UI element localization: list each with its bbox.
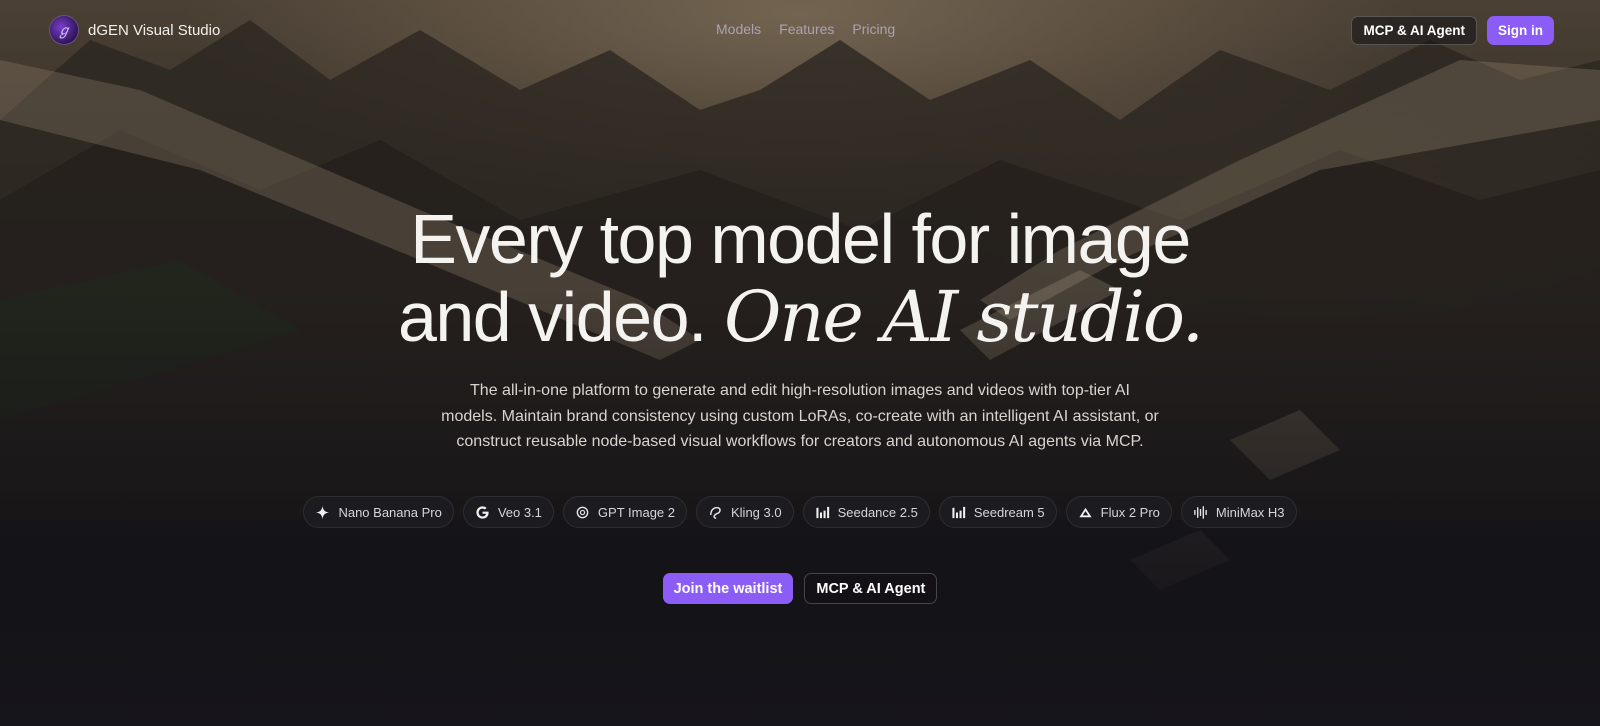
model-chip-label: Kling 3.0 bbox=[731, 504, 782, 520]
hero-subtext: The all-in-one platform to generate and … bbox=[441, 382, 1159, 450]
headline-line-1: Every top model for image bbox=[410, 200, 1191, 278]
model-chip-label: Veo 3.1 bbox=[497, 504, 542, 520]
hero-mcp-button[interactable]: MCP & AI Agent bbox=[804, 573, 938, 604]
openai-icon bbox=[576, 506, 589, 518]
join-waitlist-button[interactable]: Join the waitlist bbox=[662, 573, 794, 604]
model-chip-label: Seedance 2.5 bbox=[837, 504, 918, 520]
model-chip[interactable]: Seedream 5 bbox=[938, 496, 1057, 528]
sparkle-icon bbox=[316, 505, 330, 519]
model-chip-label: Nano Banana Pro bbox=[338, 504, 442, 520]
waveform-icon bbox=[1194, 505, 1207, 519]
model-chip[interactable]: Kling 3.0 bbox=[696, 496, 794, 528]
hero-ctas: Join the waitlist MCP & AI Agent bbox=[0, 573, 1600, 604]
dgen-logo-icon: ℊ bbox=[50, 16, 78, 44]
bars-icon bbox=[816, 506, 829, 518]
brand[interactable]: ℊ dGEN Visual Studio bbox=[50, 16, 220, 44]
flux-icon bbox=[1079, 507, 1092, 517]
kling-icon bbox=[710, 506, 721, 519]
nav-actions: MCP & AI Agent Sign in bbox=[1351, 16, 1554, 45]
nav-link-features[interactable]: Features bbox=[779, 21, 834, 37]
model-chip-label: GPT Image 2 bbox=[597, 504, 675, 520]
model-chips: Nano Banana Pro Veo 3.1 GPT Image 2 Klin… bbox=[0, 496, 1600, 528]
model-chip-label: Flux 2 Pro bbox=[1100, 504, 1160, 520]
nav-links: Models Features Pricing bbox=[716, 21, 895, 37]
model-chip[interactable]: MiniMax H3 bbox=[1180, 496, 1297, 528]
model-chip[interactable]: GPT Image 2 bbox=[562, 496, 687, 528]
model-chip[interactable]: Flux 2 Pro bbox=[1065, 496, 1172, 528]
hero-headline: Every top model for image and video. One… bbox=[0, 200, 1600, 356]
model-chip[interactable]: Veo 3.1 bbox=[462, 496, 554, 528]
nav-mcp-button[interactable]: MCP & AI Agent bbox=[1351, 16, 1477, 45]
model-chip[interactable]: Seedance 2.5 bbox=[802, 496, 930, 528]
nav-link-pricing[interactable]: Pricing bbox=[852, 21, 895, 37]
sign-in-button[interactable]: Sign in bbox=[1487, 16, 1554, 45]
brand-name: dGEN Visual Studio bbox=[88, 21, 221, 39]
nav-link-models[interactable]: Models bbox=[716, 21, 761, 37]
headline-emphasis: One AI studio. bbox=[723, 276, 1204, 358]
model-chip-label: MiniMax H3 bbox=[1215, 504, 1285, 520]
model-chip[interactable]: Nano Banana Pro bbox=[303, 496, 454, 528]
hero: Every top model for image and video. One… bbox=[0, 200, 1600, 455]
top-nav: ℊ dGEN Visual Studio Models Features Pri… bbox=[0, 0, 1600, 60]
headline-line-2: and video. bbox=[397, 278, 708, 356]
model-chip-label: Seedream 5 bbox=[973, 504, 1045, 520]
bars-icon bbox=[952, 506, 965, 518]
google-icon bbox=[476, 505, 489, 519]
